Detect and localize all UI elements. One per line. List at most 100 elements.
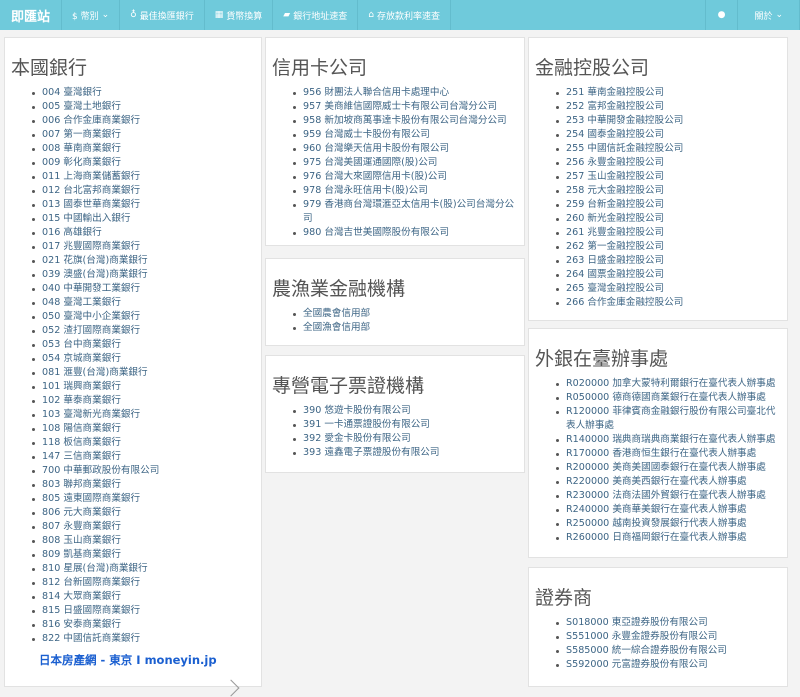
list-item[interactable]: R250000 越南投資發展銀行代表人辦事處 (555, 517, 779, 531)
list-item[interactable]: 392 愛金卡股份有限公司 (292, 432, 516, 446)
list-item[interactable]: 015 中國輸出入銀行 (31, 212, 253, 226)
list-item[interactable]: 260 新光金融控股公司 (555, 212, 779, 226)
list-item[interactable]: 102 華泰商業銀行 (31, 394, 253, 408)
list-item[interactable]: 807 永豐商業銀行 (31, 520, 253, 534)
list-item[interactable]: 118 板信商業銀行 (31, 436, 253, 450)
list-item[interactable]: S592000 元富證券股份有限公司 (555, 658, 779, 672)
list-item[interactable]: 011 上海商業儲蓄銀行 (31, 170, 253, 184)
list-item[interactable]: R120000 菲律賓商金融銀行股份有限公司臺北代表人辦事處 (555, 405, 779, 433)
list-item[interactable]: 006 合作金庫商業銀行 (31, 114, 253, 128)
interest-rates-link[interactable]: ⌂ 存放款利率速查 (358, 0, 451, 30)
list-item[interactable]: 016 高雄銀行 (31, 226, 253, 240)
list-item[interactable]: 976 台灣大來國際信用卡(股)公司 (292, 170, 516, 184)
list-item[interactable]: 039 澳盛(台灣)商業銀行 (31, 268, 253, 282)
list-item[interactable]: 013 國泰世華商業銀行 (31, 198, 253, 212)
list-item[interactable]: 004 臺灣銀行 (31, 86, 253, 100)
list-item[interactable]: S018000 東亞證券股份有限公司 (555, 616, 779, 630)
list-item[interactable]: S585000 統一綜合證券股份有限公司 (555, 644, 779, 658)
panel-agri: 農漁業金融機構 全國農會信用部 全國漁會信用部 (265, 258, 525, 346)
list-item[interactable]: 147 三信商業銀行 (31, 450, 253, 464)
list-item[interactable]: 959 台灣威士卡股份有限公司 (292, 128, 516, 142)
list-item[interactable]: 108 陽信商業銀行 (31, 422, 253, 436)
list-item[interactable]: R050000 德商德國商業銀行在臺代表人辦事處 (555, 391, 779, 405)
list-item[interactable]: 255 中國信託金融控股公司 (555, 142, 779, 156)
list-item[interactable]: 956 財團法人聯合信用卡處理中心 (292, 86, 516, 100)
list-item[interactable]: 261 兆豐金融控股公司 (555, 226, 779, 240)
list-item[interactable]: 822 中國信託商業銀行 (31, 632, 253, 646)
list-item[interactable]: 266 合作金庫金融控股公司 (555, 296, 779, 310)
bank-address-link[interactable]: ▰ 銀行地址速查 (273, 0, 359, 30)
list-item[interactable]: 975 台灣美國運通國際(股)公司 (292, 156, 516, 170)
converter-link[interactable]: ▦ 貨幣換算 (205, 0, 274, 30)
list-item[interactable]: 263 日盛金融控股公司 (555, 254, 779, 268)
list-item[interactable]: R230000 法商法國外貿銀行在臺代表人辦事處 (555, 489, 779, 503)
list-item[interactable]: R170000 香港商恒生銀行在臺代表人辦事處 (555, 447, 779, 461)
panel-foreign: 外銀在臺辦事處 R020000 加拿大蒙特利爾銀行在臺代表人辦事處 R050000… (528, 328, 788, 558)
list-item[interactable]: 081 滙豐(台灣)商業銀行 (31, 366, 253, 380)
list-item[interactable]: 810 星展(台灣)商業銀行 (31, 562, 253, 576)
list-item[interactable]: 256 永豐金融控股公司 (555, 156, 779, 170)
list-item[interactable]: 012 台北富邦商業銀行 (31, 184, 253, 198)
list-item[interactable]: 803 聯邦商業銀行 (31, 478, 253, 492)
list-item[interactable]: 048 臺灣工業銀行 (31, 296, 253, 310)
list-item[interactable]: 054 京城商業銀行 (31, 352, 253, 366)
list-item[interactable]: S551000 永豐金證券股份有限公司 (555, 630, 779, 644)
list-item[interactable]: R260000 日商福岡銀行在臺代表人辦事處 (555, 531, 779, 545)
list-item[interactable]: 005 臺灣土地銀行 (31, 100, 253, 114)
list-item[interactable]: 252 富邦金融控股公司 (555, 100, 779, 114)
list-item[interactable]: 040 中華開發工業銀行 (31, 282, 253, 296)
list-item[interactable]: 052 渣打國際商業銀行 (31, 324, 253, 338)
list-item[interactable]: 251 華南金融控股公司 (555, 86, 779, 100)
list-item[interactable]: 053 台中商業銀行 (31, 338, 253, 352)
list-item[interactable]: 017 兆豐國際商業銀行 (31, 240, 253, 254)
list-item[interactable]: 980 台灣吉世美國際股份有限公司 (292, 226, 516, 240)
list-item[interactable]: 全國農會信用部 (292, 307, 516, 321)
best-bank-link[interactable]: ♁ 最佳換匯銀行 (120, 0, 205, 30)
list-item[interactable]: 262 第一金融控股公司 (555, 240, 779, 254)
globe-button[interactable]: ● (706, 0, 739, 30)
about-dropdown[interactable]: 關於 ⌄ (738, 0, 800, 30)
list-item[interactable]: 007 第一商業銀行 (31, 128, 253, 142)
brand-logo[interactable]: 即匯站 (0, 0, 63, 30)
list-item[interactable]: 259 台新金融控股公司 (555, 198, 779, 212)
list-item[interactable]: 253 中華開發金融控股公司 (555, 114, 779, 128)
list-item[interactable]: 103 臺灣新光商業銀行 (31, 408, 253, 422)
list-item[interactable]: R020000 加拿大蒙特利爾銀行在臺代表人辦事處 (555, 377, 779, 391)
ad-link[interactable]: 日本房產網 - 東京 I moneyin.jp (39, 653, 217, 667)
ad-banner[interactable]: 日本房產網 - 東京 I moneyin.jp (11, 649, 253, 668)
list-item[interactable]: R220000 美商美西銀行在臺代表人辦事處 (555, 475, 779, 489)
list-item[interactable]: 815 日盛國際商業銀行 (31, 604, 253, 618)
list-item[interactable]: R200000 美商美國國泰銀行在臺代表人辦事處 (555, 461, 779, 475)
list-item[interactable]: 008 華南商業銀行 (31, 142, 253, 156)
list-item[interactable]: R240000 美商華美銀行在臺代表人辦事處 (555, 503, 779, 517)
list-item[interactable]: 257 玉山金融控股公司 (555, 170, 779, 184)
list-item[interactable]: 957 美商維信國際威士卡有限公司台灣分公司 (292, 100, 516, 114)
list-item[interactable]: 978 台灣永旺信用卡(股)公司 (292, 184, 516, 198)
list-item[interactable]: 009 彰化商業銀行 (31, 156, 253, 170)
list-item[interactable]: 258 元大金融控股公司 (555, 184, 779, 198)
list-item[interactable]: 960 台灣樂天信用卡股份有限公司 (292, 142, 516, 156)
list-item[interactable]: 812 台新國際商業銀行 (31, 576, 253, 590)
list-item[interactable]: 958 新加坡商萬事達卡股份有限公司台灣分公司 (292, 114, 516, 128)
list-item[interactable]: 254 國泰金融控股公司 (555, 128, 779, 142)
list-item[interactable]: 809 凱基商業銀行 (31, 548, 253, 562)
chevron-right-icon[interactable] (222, 679, 240, 697)
list-item[interactable]: 264 國票金融控股公司 (555, 268, 779, 282)
list-item[interactable]: 814 大眾商業銀行 (31, 590, 253, 604)
list-item[interactable]: 265 臺灣金融控股公司 (555, 282, 779, 296)
list-item[interactable]: 391 一卡通票證股份有限公司 (292, 418, 516, 432)
list-item[interactable]: 050 臺灣中小企業銀行 (31, 310, 253, 324)
list-item[interactable]: R140000 瑞典商瑞典商業銀行在臺代表人辦事處 (555, 433, 779, 447)
list-item[interactable]: 101 瑞興商業銀行 (31, 380, 253, 394)
list-item[interactable]: 全國漁會信用部 (292, 321, 516, 335)
list-item[interactable]: 390 悠遊卡股份有限公司 (292, 404, 516, 418)
list-item[interactable]: 700 中華郵政股份有限公司 (31, 464, 253, 478)
list-item[interactable]: 021 花旗(台灣)商業銀行 (31, 254, 253, 268)
list-item[interactable]: 816 安泰商業銀行 (31, 618, 253, 632)
list-item[interactable]: 393 遠鑫電子票證股份有限公司 (292, 446, 516, 460)
currency-dropdown[interactable]: $ 幣別 ⌄ (62, 0, 121, 30)
list-item[interactable]: 805 遠東國際商業銀行 (31, 492, 253, 506)
list-item[interactable]: 806 元大商業銀行 (31, 506, 253, 520)
list-item[interactable]: 979 香港商台灣環滙亞太信用卡(股)公司台灣分公司 (292, 198, 516, 226)
list-item[interactable]: 808 玉山商業銀行 (31, 534, 253, 548)
